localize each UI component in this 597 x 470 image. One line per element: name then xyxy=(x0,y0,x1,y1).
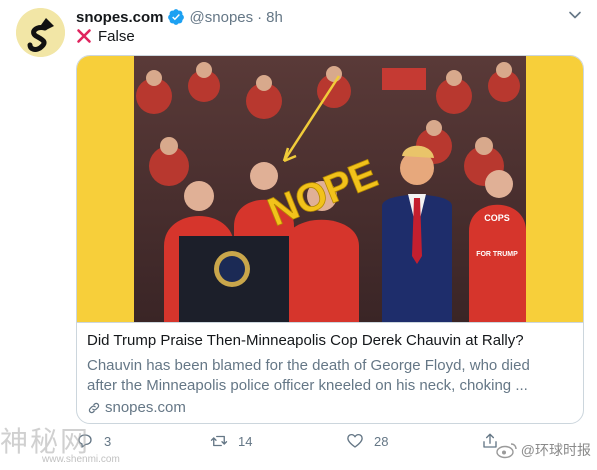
card-media[interactable]: NOPE COPS FOR TRUMP xyxy=(77,56,583,322)
tweet-text-content: False xyxy=(98,27,135,45)
rally-photo-image: NOPE COPS FOR TRUMP xyxy=(134,56,526,322)
tweet-text: False xyxy=(76,26,135,46)
tweet[interactable]: snopes.com @snopes · 8h False NOPE COPS … xyxy=(0,0,597,470)
cops-banner-top: COPS xyxy=(484,213,510,223)
author-handle[interactable]: @snopes xyxy=(190,9,254,26)
verified-badge-icon xyxy=(167,9,184,25)
card-domain-text[interactable]: snopes.com xyxy=(105,399,186,416)
heart-icon xyxy=(347,433,363,448)
cops-banner-bottom: FOR TRUMP xyxy=(476,251,518,258)
tweet-timestamp[interactable]: 8h xyxy=(266,9,283,26)
retweet-icon xyxy=(210,435,228,447)
weibo-logo-icon xyxy=(496,443,517,459)
card-photo: NOPE COPS FOR TRUMP xyxy=(134,56,526,322)
watermark-left: 神秘网 www.shenmi.com xyxy=(0,420,130,470)
like-count: 28 xyxy=(374,433,389,449)
link-icon xyxy=(88,402,100,413)
snopes-logo-icon xyxy=(16,8,65,57)
card-domain[interactable]: snopes.com xyxy=(87,399,186,416)
card-description-line: Chauvin has been blamed for the death of… xyxy=(87,357,530,374)
card-description-line: after the Minneapolis police officer kne… xyxy=(87,377,528,394)
card-body[interactable]: Did Trump Praise Then-Minneapolis Cop De… xyxy=(77,322,583,423)
watermark-left-subtext: www.shenmi.com xyxy=(42,454,120,465)
like-button[interactable]: 28 xyxy=(346,432,388,450)
watermark-right-text: @环球时报 xyxy=(520,442,591,458)
card-description: Chauvin has been blamed for the death of… xyxy=(87,356,577,396)
separator-dot: · xyxy=(257,8,263,26)
chevron-down-icon[interactable] xyxy=(568,8,582,22)
watermark-right: @环球时报 xyxy=(496,440,591,460)
avatar[interactable] xyxy=(16,8,65,57)
retweet-button[interactable]: 14 xyxy=(210,432,252,450)
author-name[interactable]: snopes.com xyxy=(76,9,164,26)
tweet-header: snopes.com @snopes · 8h xyxy=(76,7,283,27)
retweet-count: 14 xyxy=(238,433,253,449)
link-card[interactable]: NOPE COPS FOR TRUMP Did Trump Praise The… xyxy=(76,55,584,424)
card-title[interactable]: Did Trump Praise Then-Minneapolis Cop De… xyxy=(87,332,577,349)
x-mark-icon xyxy=(77,29,91,43)
